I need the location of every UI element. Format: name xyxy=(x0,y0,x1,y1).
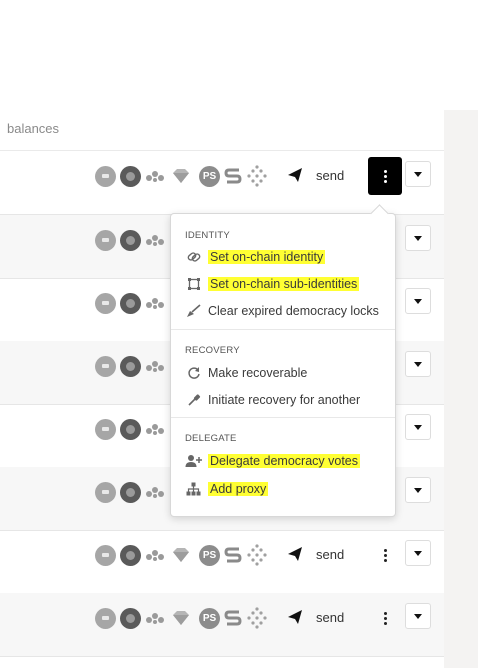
menu-item-label: Clear expired democracy locks xyxy=(208,304,379,318)
expand-row-button[interactable] xyxy=(405,540,431,566)
ps-badge-icon: PS xyxy=(199,607,220,629)
menu-item-make-recoverable[interactable]: Make recoverable xyxy=(185,363,307,383)
polkadot-cluster-icon xyxy=(146,171,164,182)
polkadot-cluster-icon xyxy=(146,487,164,498)
s-logo-icon xyxy=(224,168,242,184)
account-tags xyxy=(95,481,171,503)
gem-icon xyxy=(173,169,189,183)
account-tags: PS xyxy=(95,165,272,187)
expand-row-button[interactable] xyxy=(405,225,431,251)
redo-icon xyxy=(185,365,202,382)
gem-icon xyxy=(173,548,189,562)
gem-icon xyxy=(173,611,189,625)
account-avatar-icon xyxy=(120,165,141,187)
account-avatar-icon xyxy=(120,229,141,251)
menu-item-clear-democracy-locks[interactable]: Clear expired democracy locks xyxy=(185,301,379,321)
menu-item-label: Delegate democracy votes xyxy=(208,454,360,468)
more-actions-button[interactable] xyxy=(368,599,402,637)
menu-item-delegate-votes[interactable]: Delegate democracy votes xyxy=(185,451,360,471)
menu-item-label: Set on-chain identity xyxy=(208,250,326,264)
s-logo-icon xyxy=(224,610,242,626)
menu-divider xyxy=(171,417,395,418)
right-gutter xyxy=(444,110,478,668)
expand-row-button[interactable] xyxy=(405,161,431,187)
polkadot-cluster-icon xyxy=(146,424,164,435)
account-tags: PS xyxy=(95,544,272,566)
broom-icon xyxy=(185,303,202,320)
object-group-icon xyxy=(185,276,202,293)
section-title-recovery: RECOVERY xyxy=(185,345,240,356)
identity-badge-icon xyxy=(95,292,116,314)
menu-item-label: Make recoverable xyxy=(208,366,308,380)
polkadot-cluster-icon xyxy=(146,298,164,309)
menu-divider xyxy=(171,329,395,330)
menu-item-set-identity[interactable]: Set on-chain identity xyxy=(185,247,326,267)
screwdriver-icon xyxy=(185,392,202,409)
polkadot-cluster-icon xyxy=(146,613,164,624)
send-icon[interactable] xyxy=(287,609,303,625)
section-title-identity: IDENTITY xyxy=(185,230,230,241)
menu-item-label: Add proxy xyxy=(208,482,269,496)
account-avatar-icon xyxy=(120,355,141,377)
more-actions-button[interactable] xyxy=(368,536,402,574)
account-tags xyxy=(95,229,171,251)
diamond-dots-icon xyxy=(247,607,267,629)
expand-row-button[interactable] xyxy=(405,603,431,629)
account-tags xyxy=(95,418,171,440)
polkadot-cluster-icon xyxy=(146,361,164,372)
account-actions-menu: IDENTITY Set on-chain identity Set on-ch… xyxy=(170,213,396,517)
menu-item-add-proxy[interactable]: Add proxy xyxy=(185,479,269,499)
account-avatar-icon xyxy=(120,292,141,314)
table-row[interactable]: PS send xyxy=(0,530,444,594)
identity-badge-icon xyxy=(95,165,116,187)
expand-row-button[interactable] xyxy=(405,477,431,503)
menu-item-label: Set on-chain sub-identities xyxy=(208,277,360,291)
account-avatar-icon xyxy=(120,607,141,629)
account-avatar-icon xyxy=(120,418,141,440)
identity-badge-icon xyxy=(95,481,116,503)
menu-item-label: Initiate recovery for another xyxy=(208,393,361,407)
send-button[interactable]: send xyxy=(316,168,344,183)
polkadot-cluster-icon xyxy=(146,235,164,246)
polkadot-cluster-icon xyxy=(146,550,164,561)
table-row[interactable]: PS send xyxy=(0,593,444,657)
account-tags xyxy=(95,292,171,314)
user-plus-icon xyxy=(185,453,202,470)
section-title-delegate: DELEGATE xyxy=(185,433,237,444)
expand-row-button[interactable] xyxy=(405,414,431,440)
send-icon[interactable] xyxy=(287,546,303,562)
identity-badge-icon xyxy=(95,544,116,566)
send-button[interactable]: send xyxy=(316,610,344,625)
send-button[interactable]: send xyxy=(316,547,344,562)
account-tags: PS xyxy=(95,607,272,629)
identity-badge-icon xyxy=(95,418,116,440)
ps-badge-icon: PS xyxy=(199,165,220,187)
account-avatar-icon xyxy=(120,544,141,566)
identity-badge-icon xyxy=(95,355,116,377)
link-icon xyxy=(185,249,202,266)
diamond-dots-icon xyxy=(247,544,267,566)
balances-header: balances xyxy=(7,121,60,136)
identity-badge-icon xyxy=(95,607,116,629)
menu-item-initiate-recovery[interactable]: Initiate recovery for another xyxy=(185,390,360,410)
identity-badge-icon xyxy=(95,229,116,251)
sitemap-icon xyxy=(185,481,202,498)
expand-row-button[interactable] xyxy=(405,288,431,314)
menu-item-set-sub-identities[interactable]: Set on-chain sub-identities xyxy=(185,274,360,294)
ps-badge-icon: PS xyxy=(199,544,220,566)
expand-row-button[interactable] xyxy=(405,351,431,377)
send-icon[interactable] xyxy=(287,167,303,183)
account-tags xyxy=(95,355,171,377)
more-actions-button[interactable] xyxy=(368,157,402,195)
account-avatar-icon xyxy=(120,481,141,503)
table-header: balances xyxy=(0,110,444,151)
diamond-dots-icon xyxy=(247,165,267,187)
s-logo-icon xyxy=(224,547,242,563)
